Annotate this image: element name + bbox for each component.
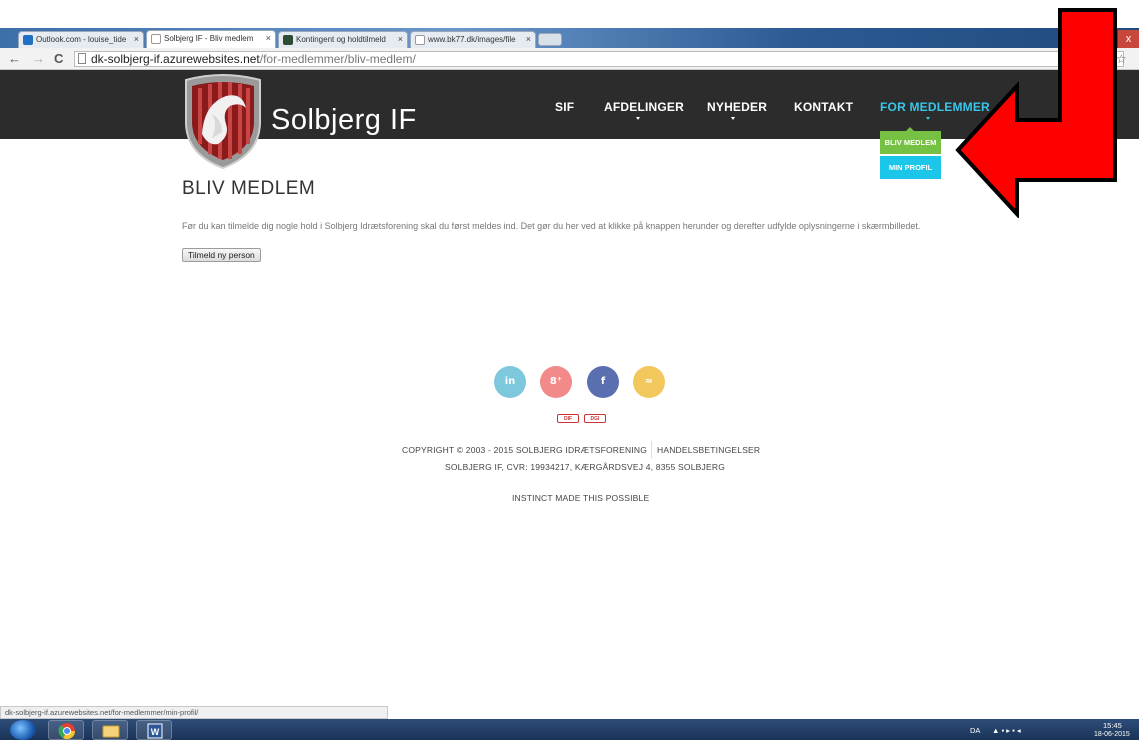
site-icon xyxy=(283,35,293,45)
footer-divider xyxy=(651,441,652,458)
nav-item-afdelinger[interactable]: AFDELINGER xyxy=(604,100,684,114)
url-host: dk-solbjerg-if.azurewebsites.net xyxy=(91,52,260,66)
word-taskbar-icon[interactable]: W xyxy=(136,720,172,740)
credit-link[interactable]: INSTINCT MADE THIS POSSIBLE xyxy=(512,493,649,503)
tab-label: Kontingent og holdtilmeld xyxy=(296,35,386,44)
status-bar: dk-solbjerg-if.azurewebsites.net/for-med… xyxy=(0,706,388,719)
url-path: /for-medlemmer/bliv-medlem/ xyxy=(259,52,416,66)
page-title: BLIV MEDLEM xyxy=(182,178,316,199)
club-logo[interactable] xyxy=(182,74,264,170)
facebook-icon[interactable]: f xyxy=(587,366,619,398)
language-indicator[interactable]: DA xyxy=(970,726,980,735)
page-icon xyxy=(78,53,86,64)
copyright-text: COPYRIGHT © 2003 - 2015 SOLBJERG IDRÆTSF… xyxy=(402,445,648,455)
nav-item-kontakt[interactable]: KONTAKT xyxy=(794,100,853,114)
explorer-taskbar-icon[interactable] xyxy=(92,720,128,740)
address-text: SOLBJERG IF, CVR: 19934217, KÆRGÅRDSVEJ … xyxy=(445,462,726,472)
window-close-button[interactable]: x xyxy=(1118,30,1139,48)
new-tab-button[interactable] xyxy=(538,33,562,46)
dgi-logo[interactable]: DGI xyxy=(584,414,606,423)
tab-close-icon[interactable]: × xyxy=(398,34,403,44)
dropdown-item-min-profil[interactable]: MIN PROFIL xyxy=(880,156,941,179)
nav-item-sif[interactable]: SIF xyxy=(555,100,574,114)
brand-name[interactable]: Solbjerg IF xyxy=(271,104,417,137)
register-person-button[interactable]: Tilmeld ny person xyxy=(182,248,261,262)
google-plus-icon[interactable]: 8⁺ xyxy=(540,366,572,398)
tab-close-icon[interactable]: × xyxy=(526,34,531,44)
tab-solbjerg[interactable]: Solbjerg IF - Bliv medlem × xyxy=(146,30,276,49)
chevron-down-icon xyxy=(926,117,930,120)
tab-label: Outlook.com - louise_tide xyxy=(36,35,127,44)
tab-bk77[interactable]: www.bk77.dk/images/file × xyxy=(410,31,536,48)
dropdown-item-bliv-medlem[interactable]: BLIV MEDLEM xyxy=(880,131,941,154)
tray-icons[interactable]: ▲ ▪ ▸ ▪ ◂ xyxy=(992,726,1021,735)
chrome-taskbar-icon[interactable] xyxy=(48,720,84,740)
outlook-icon xyxy=(23,35,33,45)
svg-text:W: W xyxy=(151,727,160,737)
start-button[interactable] xyxy=(10,720,36,740)
tab-close-icon[interactable]: × xyxy=(134,34,139,44)
forward-icon[interactable]: → xyxy=(32,51,45,66)
tab-outlook[interactable]: Outlook.com - louise_tide × xyxy=(18,31,144,48)
intro-text: Før du kan tilmelde dig nogle hold i Sol… xyxy=(182,221,921,231)
rss-icon[interactable]: ≈ xyxy=(633,366,665,398)
linkedin-icon[interactable]: in xyxy=(494,366,526,398)
reload-icon[interactable]: C xyxy=(54,51,63,66)
terms-link[interactable]: HANDELSBETINGELSER xyxy=(657,445,760,455)
clock-date[interactable]: 18-06-2015 xyxy=(1094,731,1130,738)
clock-time[interactable]: 15:45 xyxy=(1103,721,1122,730)
annotation-arrow xyxy=(955,8,1117,218)
nav-item-nyheder[interactable]: NYHEDER xyxy=(707,100,767,114)
chevron-down-icon xyxy=(636,117,640,120)
dif-logo[interactable]: DIF xyxy=(557,414,579,423)
tab-kontingent[interactable]: Kontingent og holdtilmeld × xyxy=(278,31,408,48)
tab-label: www.bk77.dk/images/file xyxy=(428,35,516,44)
chevron-down-icon xyxy=(731,117,735,120)
page-icon xyxy=(415,35,425,45)
tab-close-icon[interactable]: × xyxy=(266,33,271,43)
page-icon xyxy=(151,34,161,44)
back-icon[interactable]: ← xyxy=(8,51,21,66)
tab-label: Solbjerg IF - Bliv medlem xyxy=(164,34,254,43)
